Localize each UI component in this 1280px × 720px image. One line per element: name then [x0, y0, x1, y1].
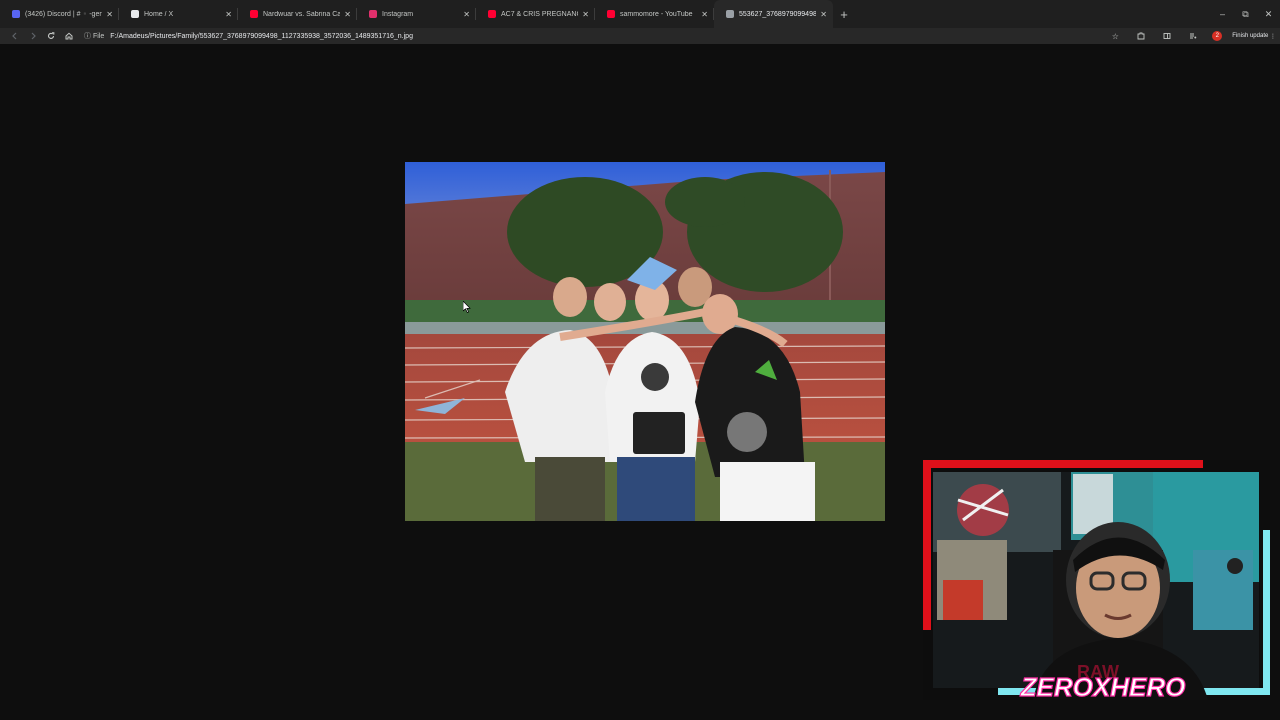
tab-favicon-icon [250, 10, 258, 18]
browser-tab[interactable]: (3426) Discord | #▪️-general |✕ [0, 0, 119, 28]
browser-tab[interactable]: 553627_3768979099498_1127✕ [714, 0, 833, 28]
tab-strip: (3426) Discord | #▪️-general |✕Home / X✕… [0, 0, 1280, 28]
zeroxhero-logo: ZEROXHERO [1020, 672, 1186, 700]
split-view-icon[interactable] [1154, 32, 1180, 40]
toolbar-actions: ☆ 2 Finish update ⋮ [1102, 28, 1280, 44]
tab-close-icon[interactable]: ✕ [225, 10, 232, 19]
restore-button[interactable]: ⧉ [1234, 0, 1257, 28]
tab-title: Nardwuar vs. Sabrina Carpenter [263, 10, 341, 18]
back-button[interactable] [6, 28, 24, 44]
forward-button[interactable] [24, 28, 42, 44]
browser-tab[interactable]: sammomore - YouTube ✕ [595, 0, 714, 28]
info-icon[interactable]: ⓘ [84, 31, 91, 41]
tab-favicon-icon [726, 10, 734, 18]
tab-title: sammomore - YouTube [620, 10, 693, 18]
displayed-photo[interactable] [405, 162, 885, 521]
profile-avatar[interactable]: 2 [1212, 31, 1223, 41]
media-controls-icon[interactable] [1180, 32, 1206, 40]
tab-favicon-icon [131, 10, 139, 18]
tab-title: Home / X [144, 10, 174, 18]
tab-title: (3426) Discord | #▪️-general | [25, 11, 103, 18]
tab-favicon-icon [12, 10, 20, 18]
tab-favicon-icon [488, 10, 496, 18]
tab-favicon-icon [607, 10, 615, 18]
new-tab-button[interactable]: + [833, 3, 855, 25]
tab-title: Instagram [382, 10, 414, 18]
bookmark-star-icon[interactable]: ☆ [1102, 32, 1128, 41]
tab-close-icon[interactable]: ✕ [106, 10, 113, 19]
extensions-icon[interactable] [1128, 32, 1154, 40]
reload-icon [47, 32, 55, 39]
address-scheme: File [93, 32, 105, 40]
browser-tab[interactable]: Instagram ✕ [357, 0, 476, 28]
minimize-button[interactable]: – [1211, 0, 1234, 28]
browser-tab[interactable]: AC7 & CRIS PREGNANCY SCAM ✕ [476, 0, 595, 28]
tab-close-icon[interactable]: ✕ [820, 10, 827, 19]
tab-favicon-icon [369, 10, 377, 18]
tab-close-icon[interactable]: ✕ [701, 10, 708, 19]
browser-tab[interactable]: Home / X ✕ [119, 0, 238, 28]
address-url[interactable]: F:/Amadeus/Pictures/Family/553627_376897… [110, 33, 413, 40]
tab-list: (3426) Discord | #▪️-general |✕Home / X✕… [0, 0, 833, 28]
close-window-button[interactable]: ✕ [1257, 0, 1280, 28]
tab-title: 553627_3768979099498_1127 [739, 10, 817, 18]
window-controls: – ⧉ ✕ [1211, 0, 1280, 28]
finish-update-label: Finish update [1232, 33, 1269, 39]
webcam-feed: RAW ZEROXHERO [923, 460, 1270, 703]
address-bar[interactable]: ⓘ File F:/Amadeus/Pictures/Family/553627… [84, 29, 1134, 43]
finish-update-button[interactable]: Finish update ⋮ [1228, 33, 1280, 40]
tab-title: AC7 & CRIS PREGNANCY SCAM [501, 10, 578, 18]
home-icon [65, 32, 73, 40]
tab-close-icon[interactable]: ✕ [344, 10, 351, 19]
reload-button[interactable] [42, 28, 60, 44]
tab-close-icon[interactable]: ✕ [582, 10, 589, 19]
webcam-overlay: RAW ZEROXHERO [923, 460, 1270, 703]
group-photo-graduation [405, 162, 885, 521]
home-button[interactable] [60, 28, 78, 44]
tab-close-icon[interactable]: ✕ [463, 10, 470, 19]
browser-tab[interactable]: Nardwuar vs. Sabrina Carpenter✕ [238, 0, 357, 28]
back-arrow-icon [12, 32, 17, 40]
browser-toolbar: ⓘ File F:/Amadeus/Pictures/Family/553627… [0, 28, 1280, 44]
mouse-cursor-icon [463, 301, 471, 313]
forward-arrow-icon [31, 32, 36, 40]
